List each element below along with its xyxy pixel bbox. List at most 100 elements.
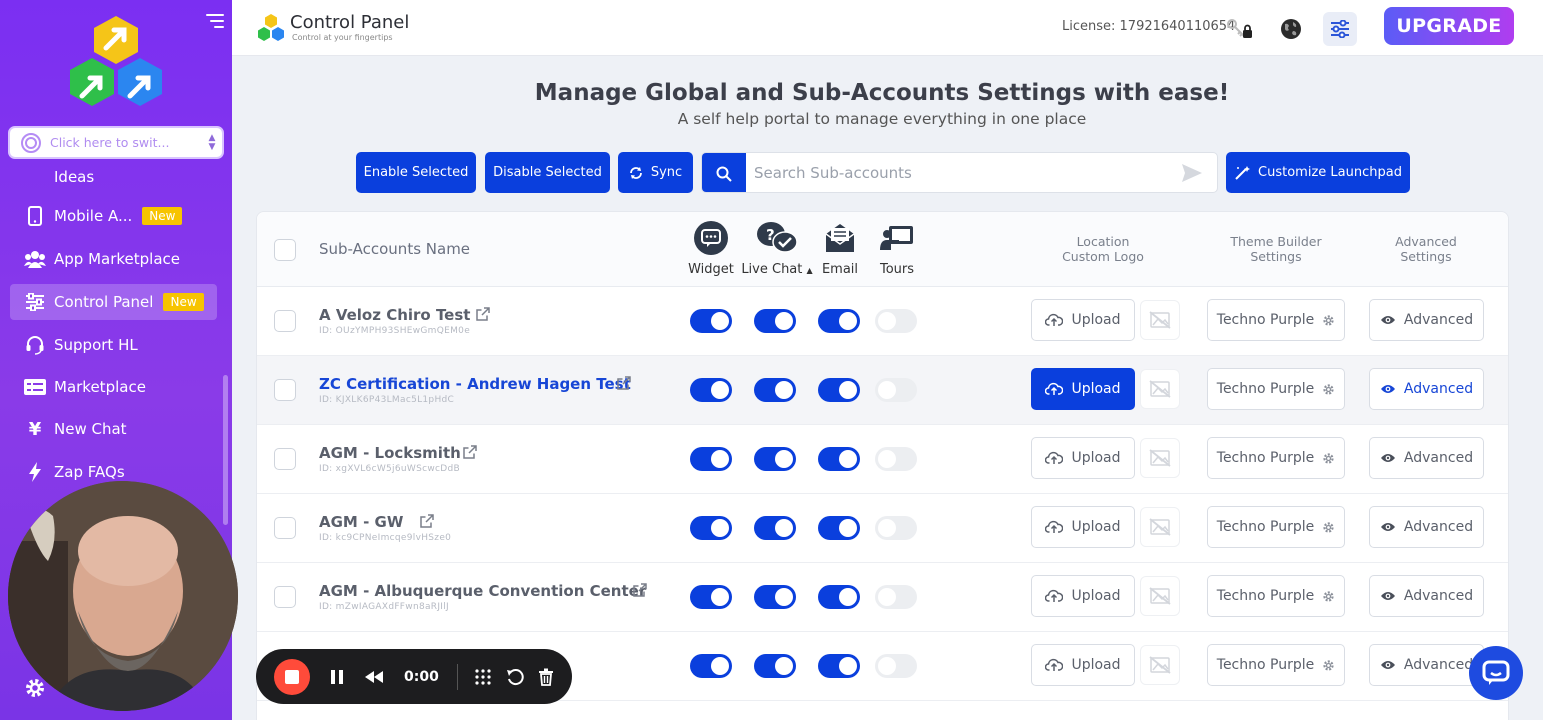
row-checkbox[interactable] — [274, 379, 296, 401]
widget-toggle[interactable] — [690, 447, 732, 471]
lightning-icon — [24, 461, 46, 483]
theme-builder-button[interactable]: Techno Purple — [1207, 644, 1345, 686]
row-checkbox[interactable] — [274, 586, 296, 608]
advanced-settings-button[interactable]: Advanced — [1369, 506, 1484, 548]
sidebar-item-marketplace[interactable]: Marketplace — [10, 369, 217, 405]
trash-icon[interactable] — [538, 668, 554, 686]
advanced-settings-button[interactable]: Advanced — [1369, 368, 1484, 410]
email-toggle[interactable] — [818, 585, 860, 609]
enable-selected-button[interactable]: Enable Selected — [356, 152, 476, 193]
email-toggle[interactable] — [818, 309, 860, 333]
widget-toggle[interactable] — [690, 654, 732, 678]
key-lock-icon[interactable] — [1222, 12, 1256, 46]
upload-logo-button[interactable]: Upload — [1031, 437, 1135, 479]
customize-launchpad-label: Customize Launchpad — [1258, 165, 1402, 180]
upgrade-button[interactable]: UPGRADE — [1384, 7, 1514, 45]
sub-account-name[interactable]: AGM - Locksmith — [319, 444, 461, 462]
tours-toggle[interactable] — [875, 654, 917, 678]
pause-icon[interactable] — [330, 669, 344, 685]
live-chat-toggle[interactable] — [754, 585, 796, 609]
search-input[interactable] — [754, 153, 1174, 192]
sidebar-item-control-panel[interactable]: Control Panel New — [10, 284, 217, 320]
upload-logo-button[interactable]: Upload — [1031, 644, 1135, 686]
live-chat-toggle[interactable] — [754, 516, 796, 540]
row-checkbox[interactable] — [274, 517, 296, 539]
theme-builder-button[interactable]: Techno Purple — [1207, 368, 1345, 410]
advanced-settings-button[interactable]: Advanced — [1369, 299, 1484, 341]
no-image-icon — [1141, 301, 1179, 339]
upload-logo-button[interactable]: Upload — [1031, 299, 1135, 341]
widget-toggle[interactable] — [690, 516, 732, 540]
sub-account-name[interactable]: ZC Certification - Andrew Hagen Test — [319, 375, 631, 393]
widget-toggle[interactable] — [690, 585, 732, 609]
select-all-checkbox[interactable] — [274, 239, 296, 261]
chat-bubble-icon — [694, 221, 728, 255]
page-title: Manage Global and Sub-Accounts Settings … — [534, 80, 1230, 106]
email-toggle[interactable] — [818, 447, 860, 471]
header-theme-builder: Theme Builder Settings — [1230, 234, 1322, 264]
live-chat-toggle[interactable] — [754, 309, 796, 333]
disable-selected-button[interactable]: Disable Selected — [485, 152, 610, 193]
theme-builder-button[interactable]: Techno Purple — [1207, 299, 1345, 341]
tours-toggle[interactable] — [875, 447, 917, 471]
customize-launchpad-button[interactable]: Customize Launchpad — [1226, 152, 1410, 193]
tours-toggle[interactable] — [875, 585, 917, 609]
tours-toggle[interactable] — [875, 516, 917, 540]
external-link-icon[interactable] — [419, 513, 435, 529]
widget-toggle[interactable] — [690, 309, 732, 333]
rewind-icon[interactable] — [364, 670, 384, 684]
sidebar-item-new-chat[interactable]: ¥ New Chat — [10, 411, 217, 447]
gear-icon — [1322, 659, 1335, 672]
theme-builder-button[interactable]: Techno Purple — [1207, 575, 1345, 617]
sidebar-item-label: Zap FAQs — [54, 463, 125, 481]
theme-builder-button[interactable]: Techno Purple — [1207, 437, 1345, 479]
sidebar-scrollbar[interactable] — [223, 375, 228, 525]
advanced-settings-button[interactable]: Advanced — [1369, 575, 1484, 617]
email-toggle[interactable] — [818, 654, 860, 678]
widget-toggle[interactable] — [690, 378, 732, 402]
row-checkbox[interactable] — [274, 448, 296, 470]
tours-toggle[interactable] — [875, 309, 917, 333]
drag-handle-icon[interactable] — [474, 668, 492, 686]
search-icon[interactable] — [702, 153, 746, 192]
restart-icon[interactable] — [506, 668, 524, 686]
send-icon[interactable] — [1181, 163, 1203, 183]
tours-toggle[interactable] — [875, 378, 917, 402]
external-link-icon[interactable] — [462, 444, 478, 460]
live-chat-toggle[interactable] — [754, 654, 796, 678]
sub-account-name[interactable]: A Veloz Chiro Test — [319, 306, 470, 324]
upload-logo-button[interactable]: Upload — [1031, 575, 1135, 617]
upload-logo-button[interactable]: Upload — [1031, 506, 1135, 548]
gear-icon[interactable] — [24, 677, 46, 699]
sidebar-item-app-marketplace[interactable]: App Marketplace — [10, 241, 217, 277]
live-chat-toggle[interactable] — [754, 447, 796, 471]
advanced-settings-button[interactable]: Advanced — [1369, 644, 1484, 686]
sub-account-name[interactable]: AGM - GW — [319, 513, 403, 531]
menu-toggle-icon[interactable] — [204, 14, 224, 32]
sidebar-item-support-hl[interactable]: Support HL — [10, 327, 217, 363]
account-switcher[interactable]: Click here to swit... ▲ ▼ — [8, 126, 224, 159]
sidebar-item-mobile-app[interactable]: Mobile A... New — [10, 198, 217, 234]
theme-builder-button[interactable]: Techno Purple — [1207, 506, 1345, 548]
stop-record-button[interactable] — [274, 658, 310, 695]
row-checkbox[interactable] — [274, 310, 296, 332]
settings-sliders-icon[interactable] — [1323, 12, 1357, 46]
live-chat-toggle[interactable] — [754, 378, 796, 402]
sync-button[interactable]: Sync — [618, 152, 693, 193]
eye-icon — [1380, 383, 1396, 395]
sidebar-item-ideas[interactable]: Ideas — [10, 158, 217, 184]
header-live-chat[interactable]: ? Live Chat ▲ — [741, 220, 813, 277]
gear-icon — [1322, 521, 1335, 534]
email-toggle[interactable] — [818, 378, 860, 402]
search-bar — [701, 152, 1218, 193]
sub-account-name[interactable]: AGM - Albuquerque Convention Center — [319, 582, 646, 600]
globe-icon[interactable] — [1274, 12, 1308, 46]
email-toggle[interactable] — [818, 516, 860, 540]
chat-widget-button[interactable] — [1469, 646, 1523, 700]
external-link-icon[interactable] — [616, 375, 632, 391]
external-link-icon[interactable] — [632, 582, 648, 598]
upload-logo-button[interactable]: Upload — [1031, 368, 1135, 410]
external-link-icon[interactable] — [475, 306, 491, 322]
advanced-settings-button[interactable]: Advanced — [1369, 437, 1484, 479]
sync-icon — [629, 166, 642, 179]
